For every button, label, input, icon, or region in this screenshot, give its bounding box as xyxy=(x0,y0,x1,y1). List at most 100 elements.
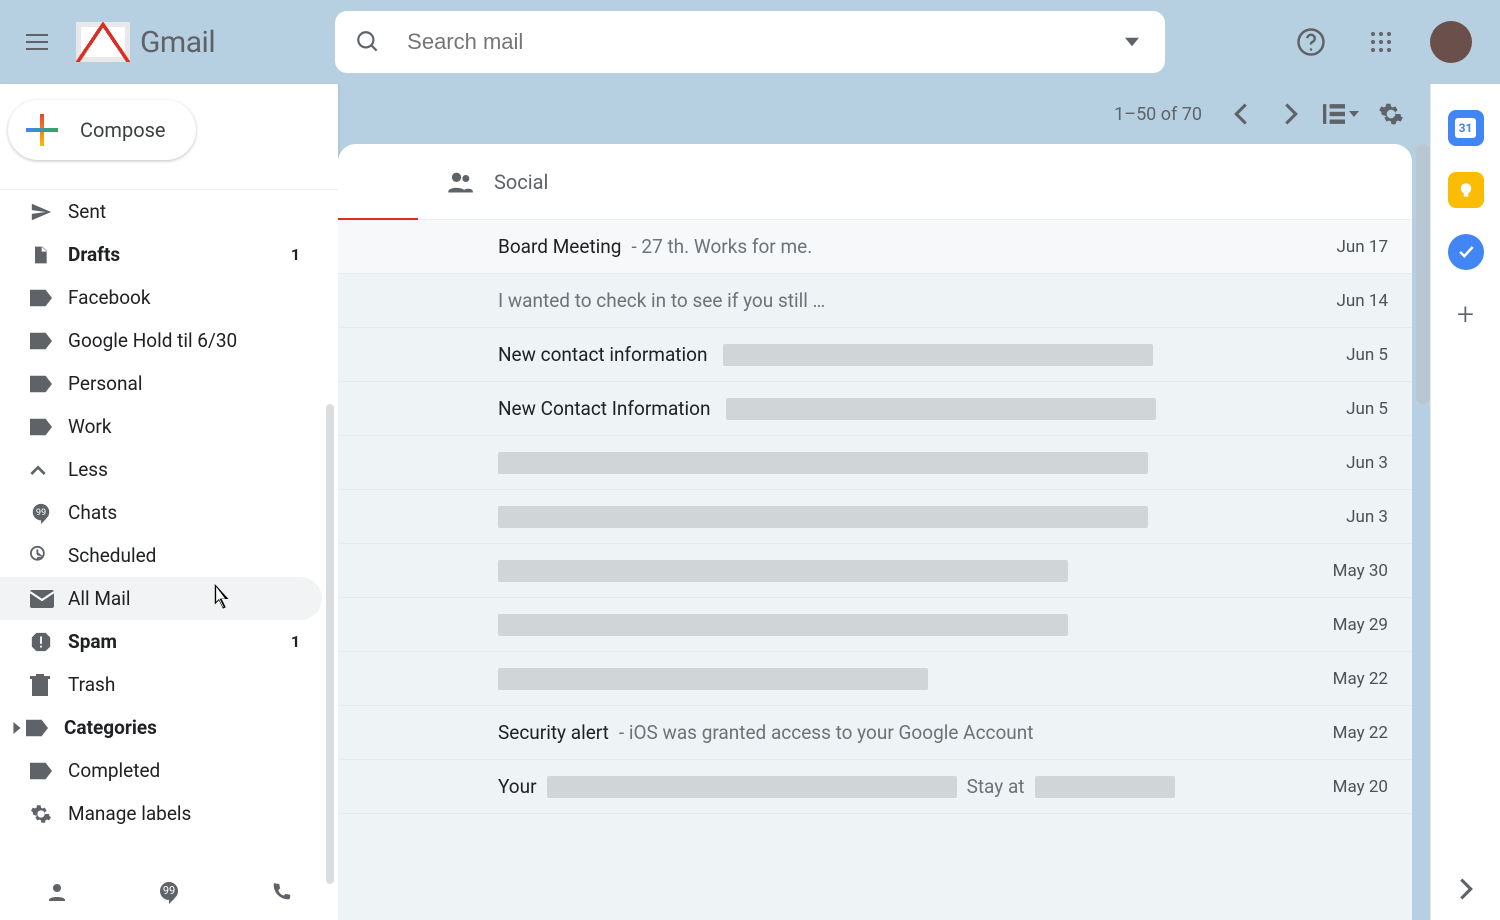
app-header: Gmail xyxy=(0,0,1500,84)
sidebar-item-manage-labels[interactable]: Manage labels xyxy=(0,792,322,835)
search-input[interactable] xyxy=(407,29,1093,55)
contacts-icon[interactable] xyxy=(36,871,78,913)
mail-subject-area: New Contact Information xyxy=(498,397,1308,420)
apps-grid-button[interactable] xyxy=(1360,21,1402,63)
sidebar-item-scheduled[interactable]: Scheduled xyxy=(0,534,322,577)
get-addons-button[interactable]: + xyxy=(1448,296,1484,332)
mail-row[interactable]: Security alert - iOS was granted access … xyxy=(338,706,1412,760)
calendar-addon[interactable]: 31 xyxy=(1448,110,1484,146)
sent-icon xyxy=(30,201,68,223)
help-button[interactable] xyxy=(1290,21,1332,63)
search-bar[interactable] xyxy=(335,11,1165,73)
sidebar-item-google-hold-til-6-30[interactable]: Google Hold til 6/30 xyxy=(0,319,322,362)
list-toolbar: 1–50 of 70 xyxy=(338,84,1430,144)
label-icon xyxy=(30,762,68,780)
nav-label: Drafts xyxy=(68,243,291,266)
compose-button[interactable]: Compose xyxy=(8,100,196,160)
sidebar-item-facebook[interactable]: Facebook xyxy=(0,276,322,319)
mail-subject: Board Meeting xyxy=(498,235,621,258)
header-right xyxy=(1290,21,1484,63)
sidebar-item-drafts[interactable]: Drafts1 xyxy=(0,233,322,276)
calendar-icon: 31 xyxy=(1455,118,1477,138)
tab-social[interactable]: Social xyxy=(446,168,548,196)
mail-subject-area xyxy=(498,506,1308,528)
side-panel-toggle[interactable] xyxy=(1459,878,1473,900)
nav-label: Chats xyxy=(68,501,300,524)
main-menu-button[interactable] xyxy=(16,21,58,63)
page-prev-button[interactable] xyxy=(1218,91,1264,137)
sidebar-item-completed[interactable]: Completed xyxy=(0,749,322,792)
mail-subject: Your xyxy=(498,775,537,798)
sidebar-item-less[interactable]: Less xyxy=(0,448,322,491)
mail-date: May 22 xyxy=(1308,723,1388,743)
gmail-logo[interactable]: Gmail xyxy=(76,22,215,62)
content-scrollbar[interactable] xyxy=(1416,144,1430,404)
side-panel: 31 + xyxy=(1430,84,1500,920)
split-pane-button[interactable] xyxy=(1318,91,1364,137)
keep-addon[interactable] xyxy=(1448,172,1484,208)
nav-count: 1 xyxy=(291,245,300,264)
search-options-button[interactable] xyxy=(1111,21,1153,63)
sidebar-scrollbar[interactable] xyxy=(326,404,334,884)
chats-icon: 99 xyxy=(30,502,68,524)
label-icon xyxy=(30,332,68,350)
mail-row[interactable]: gMay 29 xyxy=(338,598,1412,652)
nav-label: Categories xyxy=(64,716,300,739)
tab-social-label: Social xyxy=(494,170,548,194)
compose-label: Compose xyxy=(80,118,166,142)
spam-icon xyxy=(30,631,68,653)
nav-label: Work xyxy=(68,415,300,438)
page-next-button[interactable] xyxy=(1268,91,1314,137)
mail-row[interactable]: Jun 3 xyxy=(338,490,1412,544)
sidebar-item-spam[interactable]: Spam1 xyxy=(0,620,322,663)
search-icon[interactable] xyxy=(347,21,389,63)
trash-icon xyxy=(30,674,68,696)
mail-subject-area: StayYourStay at xyxy=(498,775,1308,798)
mail-date: Jun 14 xyxy=(1308,291,1388,311)
hangouts-icon[interactable]: 99 xyxy=(148,871,190,913)
settings-button[interactable] xyxy=(1368,91,1414,137)
sidebar-item-sent[interactable]: Sent xyxy=(0,190,322,233)
mail-row[interactable]: StayYourStay atMay 20 xyxy=(338,760,1412,814)
nav-label: Less xyxy=(68,458,300,481)
mail-date: May 22 xyxy=(1308,669,1388,689)
mail-subject-area: g xyxy=(498,614,1308,636)
sidebar-item-chats[interactable]: 99Chats xyxy=(0,491,322,534)
nav-label: Personal xyxy=(68,372,300,395)
mail-row[interactable]: I wanted to check in to see if you still… xyxy=(338,274,1412,328)
mail-subject: Security alert xyxy=(498,721,609,744)
mail-row[interactable]: yJun 3 xyxy=(338,436,1412,490)
mail-date: Jun 5 xyxy=(1308,345,1388,365)
sched-icon xyxy=(30,545,68,567)
mail-row[interactable]: e 2New contact informationJun 5 xyxy=(338,328,1412,382)
mail-row[interactable]: Board Meeting - 27 th. Works for me.Jun … xyxy=(338,220,1412,274)
pagination-count: 1–50 of 70 xyxy=(1114,104,1202,125)
plus-icon xyxy=(24,112,60,148)
sidebar-item-trash[interactable]: Trash xyxy=(0,663,322,706)
main-pane: 1–50 of 70 Social Board Meeting - 27 th.… xyxy=(338,84,1430,920)
sidebar-item-all-mail[interactable]: All Mail xyxy=(0,577,322,620)
phone-icon[interactable] xyxy=(260,871,302,913)
sidebar-item-personal[interactable]: Personal xyxy=(0,362,322,405)
tasks-icon xyxy=(1456,242,1476,262)
tasks-addon[interactable] xyxy=(1448,234,1484,270)
sidebar-item-categories[interactable]: Categories xyxy=(0,706,322,749)
gmail-wordmark: Gmail xyxy=(140,25,215,60)
sidebar-item-work[interactable]: Work xyxy=(0,405,322,448)
sidebar: Compose SentDrafts1FacebookGoogle Hold t… xyxy=(0,84,338,920)
account-avatar[interactable] xyxy=(1430,21,1472,63)
mail-subject: New Contact Information xyxy=(498,397,710,420)
nav-label: Manage labels xyxy=(68,802,300,825)
category-tabs: Social xyxy=(338,144,1412,220)
nav-label: Spam xyxy=(68,630,291,653)
mail-row[interactable]: gMay 30 xyxy=(338,544,1412,598)
mail-subject-area: Board Meeting - 27 th. Works for me. xyxy=(498,235,1308,258)
mail-row[interactable]: New Contact InformationJun 5 xyxy=(338,382,1412,436)
mail-subject: New contact information xyxy=(498,343,707,366)
mail-row[interactable]: May 22 xyxy=(338,652,1412,706)
svg-text:99: 99 xyxy=(163,884,175,897)
nav-label: Facebook xyxy=(68,286,300,309)
mail-date: Jun 3 xyxy=(1308,453,1388,473)
mailbox: Social Board Meeting - 27 th. Works for … xyxy=(338,144,1412,920)
folder-nav: SentDrafts1FacebookGoogle Hold til 6/30P… xyxy=(0,189,338,864)
